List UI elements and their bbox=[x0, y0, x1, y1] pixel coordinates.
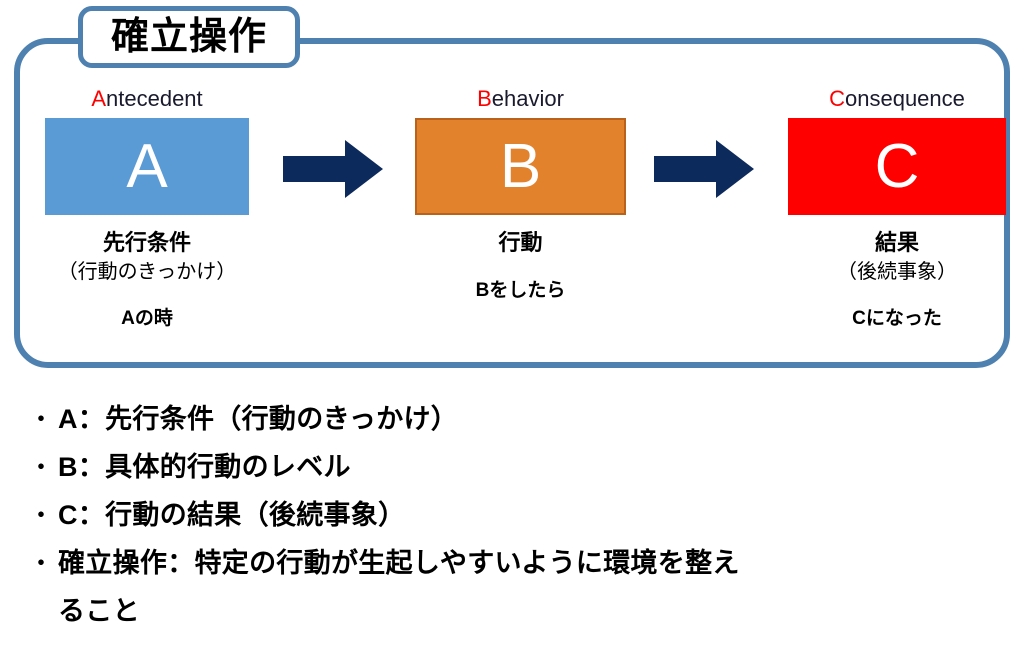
consequence-english-label: Consequence bbox=[788, 86, 1006, 112]
bullet-marker-icon: ・ bbox=[28, 452, 55, 482]
behavior-box-letter: B bbox=[499, 131, 542, 201]
arrow-b-to-c-icon bbox=[654, 140, 754, 198]
list-item-text: A：先行条件（行動のきっかけ） bbox=[58, 404, 459, 434]
consequence-label-rest: onsequence bbox=[845, 86, 965, 111]
antecedent-label-rest: ntecedent bbox=[106, 86, 203, 111]
bullet-marker-icon: ・ bbox=[28, 500, 55, 530]
consequence-jp-subtitle: （後続事象） bbox=[837, 261, 957, 283]
column-consequence: Consequence C 結果 （後続事象） Cになった bbox=[788, 86, 1006, 331]
behavior-initial-letter: B bbox=[477, 86, 492, 111]
antecedent-jp-title: 先行条件 bbox=[102, 230, 191, 255]
list-item-text: 確立操作：特定の行動が生起しやすいように環境を整え bbox=[58, 548, 740, 578]
behavior-box: B bbox=[415, 118, 626, 215]
antecedent-english-label: Antecedent bbox=[45, 86, 249, 112]
antecedent-box-letter: A bbox=[126, 131, 168, 201]
column-antecedent: Antecedent A 先行条件 （行動のきっかけ） Aの時 bbox=[45, 86, 249, 331]
list-item: ・ 確立操作：特定の行動が生起しやすいように環境を整え bbox=[28, 542, 1008, 584]
behavior-jp-phrase: Bをしたら bbox=[475, 280, 566, 301]
antecedent-initial-letter: A bbox=[91, 86, 107, 111]
list-item: ・ A：先行条件（行動のきっかけ） bbox=[28, 398, 1008, 440]
behavior-label-rest: ehavior bbox=[491, 86, 564, 111]
establishing-operation-badge: 確立操作 bbox=[78, 6, 300, 68]
antecedent-jp-subtitle: （行動のきっかけ） bbox=[57, 261, 237, 283]
arrow-a-to-b-icon bbox=[283, 140, 383, 198]
list-item-text-continuation: ること bbox=[58, 596, 140, 626]
consequence-box-letter: C bbox=[874, 131, 920, 201]
definition-bullet-list: ・ A：先行条件（行動のきっかけ） ・ B：具体的行動のレベル ・ C：行動の結… bbox=[28, 398, 1008, 632]
bullet-marker-icon: ・ bbox=[28, 548, 55, 578]
list-item: ・ B：具体的行動のレベル bbox=[28, 446, 1008, 488]
list-item-text: B：具体的行動のレベル bbox=[58, 452, 351, 482]
establishing-operation-badge-label: 確立操作 bbox=[110, 16, 267, 58]
bullet-marker-icon: ・ bbox=[28, 404, 55, 434]
column-behavior: Behavior B 行動 Bをしたら bbox=[415, 86, 626, 303]
consequence-jp-title: 結果 bbox=[874, 230, 919, 255]
list-item: ・ C：行動の結果（後続事象） bbox=[28, 494, 1008, 536]
antecedent-jp-phrase: Aの時 bbox=[121, 308, 173, 329]
behavior-jp-title: 行動 bbox=[498, 230, 543, 255]
consequence-jp-phrase: Cになった bbox=[852, 308, 942, 329]
list-item-text: C：行動の結果（後続事象） bbox=[58, 500, 406, 530]
antecedent-box: A bbox=[45, 118, 249, 215]
consequence-box: C bbox=[788, 118, 1006, 215]
behavior-english-label: Behavior bbox=[415, 86, 626, 112]
consequence-initial-letter: C bbox=[829, 86, 845, 111]
